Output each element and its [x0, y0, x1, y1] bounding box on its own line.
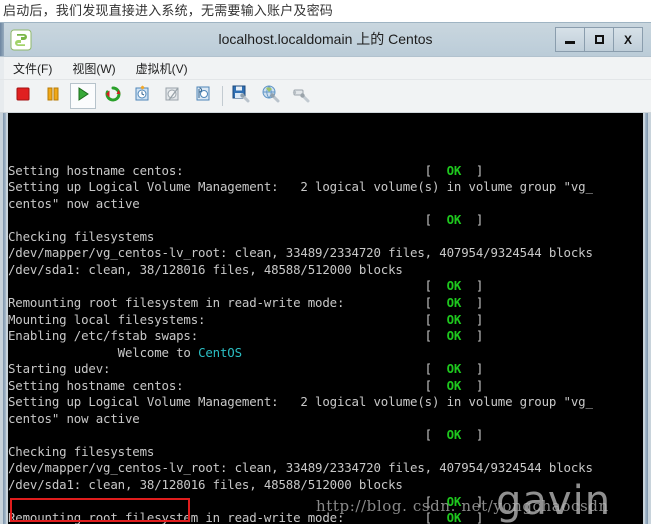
- usb-wrench-icon: [292, 85, 310, 108]
- terminal-line: /dev/mapper/vg_centos-lv_root: clean, 33…: [8, 460, 593, 476]
- globe-wrench-icon: [262, 85, 280, 108]
- status-ok-badge: OK: [446, 377, 462, 393]
- terminal-line: Checking filesystems: [8, 228, 155, 244]
- terminal-line: centos" now active: [8, 410, 140, 426]
- terminal-line: [ OK ]: [8, 278, 484, 294]
- terminal-line: /dev/sda1: clean, 38/128016 files, 48588…: [8, 477, 403, 493]
- maximize-button[interactable]: [584, 27, 614, 52]
- snapshot-revert-button[interactable]: [160, 83, 186, 109]
- status-ok-badge: OK: [446, 493, 462, 509]
- terminal-line: [ OK ]: [8, 212, 484, 228]
- settings-save-button[interactable]: [228, 83, 254, 109]
- terminal-line: Checking filesystems: [8, 443, 155, 459]
- terminal-line: [ OK ]: [8, 427, 484, 443]
- menu-bar: 文件(F) 视图(W) 虚拟机(V): [0, 57, 651, 80]
- snapshot-take-button[interactable]: [130, 83, 156, 109]
- page-caption: 启动后，我们发现直接进入系统，无需要输入账户及密码: [0, 0, 651, 22]
- terminal-line: Setting up Logical Volume Management: 2 …: [8, 394, 593, 410]
- minimize-button[interactable]: [555, 27, 585, 52]
- stop-button[interactable]: [10, 83, 36, 109]
- terminal-line: centos" now active: [8, 195, 140, 211]
- snapshot-revert-icon: [165, 85, 182, 107]
- toolbar-separator: [222, 86, 223, 106]
- menu-file[interactable]: 文件(F): [10, 59, 55, 78]
- snapshot-manager-button[interactable]: [190, 83, 216, 109]
- stop-icon: [16, 87, 30, 106]
- status-ok-badge: OK: [446, 427, 462, 443]
- terminal-line: /dev/mapper/vg_centos-lv_root: clean, 33…: [8, 245, 593, 261]
- restart-button[interactable]: [100, 83, 126, 109]
- vm-window: localhost.localdomain 上的 Centos X 文件(F) …: [0, 22, 651, 524]
- status-ok-badge: OK: [446, 361, 462, 377]
- status-ok-badge: OK: [446, 278, 462, 294]
- window-title-bar: localhost.localdomain 上的 Centos X: [0, 22, 651, 57]
- terminal-console[interactable]: Setting hostname centos: [ OK ] Setting u…: [8, 113, 643, 524]
- status-ok-badge: OK: [446, 212, 462, 228]
- pause-button[interactable]: [40, 83, 66, 109]
- status-ok-badge: OK: [446, 162, 462, 178]
- terminal-line: /dev/sda1: clean, 38/128016 files, 48588…: [8, 261, 403, 277]
- play-icon: [76, 86, 90, 106]
- terminal-line: Remounting root filesystem in read-write…: [8, 295, 484, 311]
- menu-view[interactable]: 视图(W): [69, 59, 118, 78]
- snapshot-manager-icon: [195, 85, 212, 107]
- toolbar: [0, 80, 651, 113]
- status-ok-badge: OK: [446, 311, 462, 327]
- terminal-line: Setting up Logical Volume Management: 2 …: [8, 179, 593, 195]
- console-settings-button[interactable]: [258, 83, 284, 109]
- terminal-line: Welcome to CentOS: [8, 344, 242, 360]
- status-ok-badge: OK: [446, 295, 462, 311]
- pause-icon: [46, 87, 60, 106]
- terminal-line: Remounting root filesystem in read-write…: [8, 510, 484, 524]
- terminal-line: Setting hostname centos: [ OK ]: [8, 162, 484, 178]
- terminal-line: Enabling /etc/fstab swaps: [ OK ]: [8, 328, 484, 344]
- terminal-line: Setting hostname centos: [ OK ]: [8, 377, 484, 393]
- status-ok-badge: OK: [446, 510, 462, 524]
- terminal-line: Mounting local filesystems: [ OK ]: [8, 311, 484, 327]
- terminal-frame: Setting hostname centos: [ OK ] Setting u…: [0, 113, 651, 524]
- terminal-line: Starting udev: [ OK ]: [8, 361, 484, 377]
- status-ok-badge: OK: [446, 328, 462, 344]
- window-title: localhost.localdomain 上的 Centos: [218, 31, 433, 47]
- snapshot-new-icon: [135, 85, 152, 107]
- floppy-wrench-icon: [232, 85, 250, 108]
- close-button[interactable]: X: [613, 27, 643, 52]
- play-button[interactable]: [70, 83, 96, 109]
- restart-icon: [105, 85, 121, 107]
- menu-vm[interactable]: 虚拟机(V): [133, 59, 191, 78]
- distro-name: CentOS: [198, 344, 242, 360]
- usb-devices-button[interactable]: [288, 83, 314, 109]
- window-controls: X: [555, 27, 643, 52]
- vm-link-icon: [8, 27, 34, 53]
- terminal-line: [ OK ]: [8, 493, 484, 509]
